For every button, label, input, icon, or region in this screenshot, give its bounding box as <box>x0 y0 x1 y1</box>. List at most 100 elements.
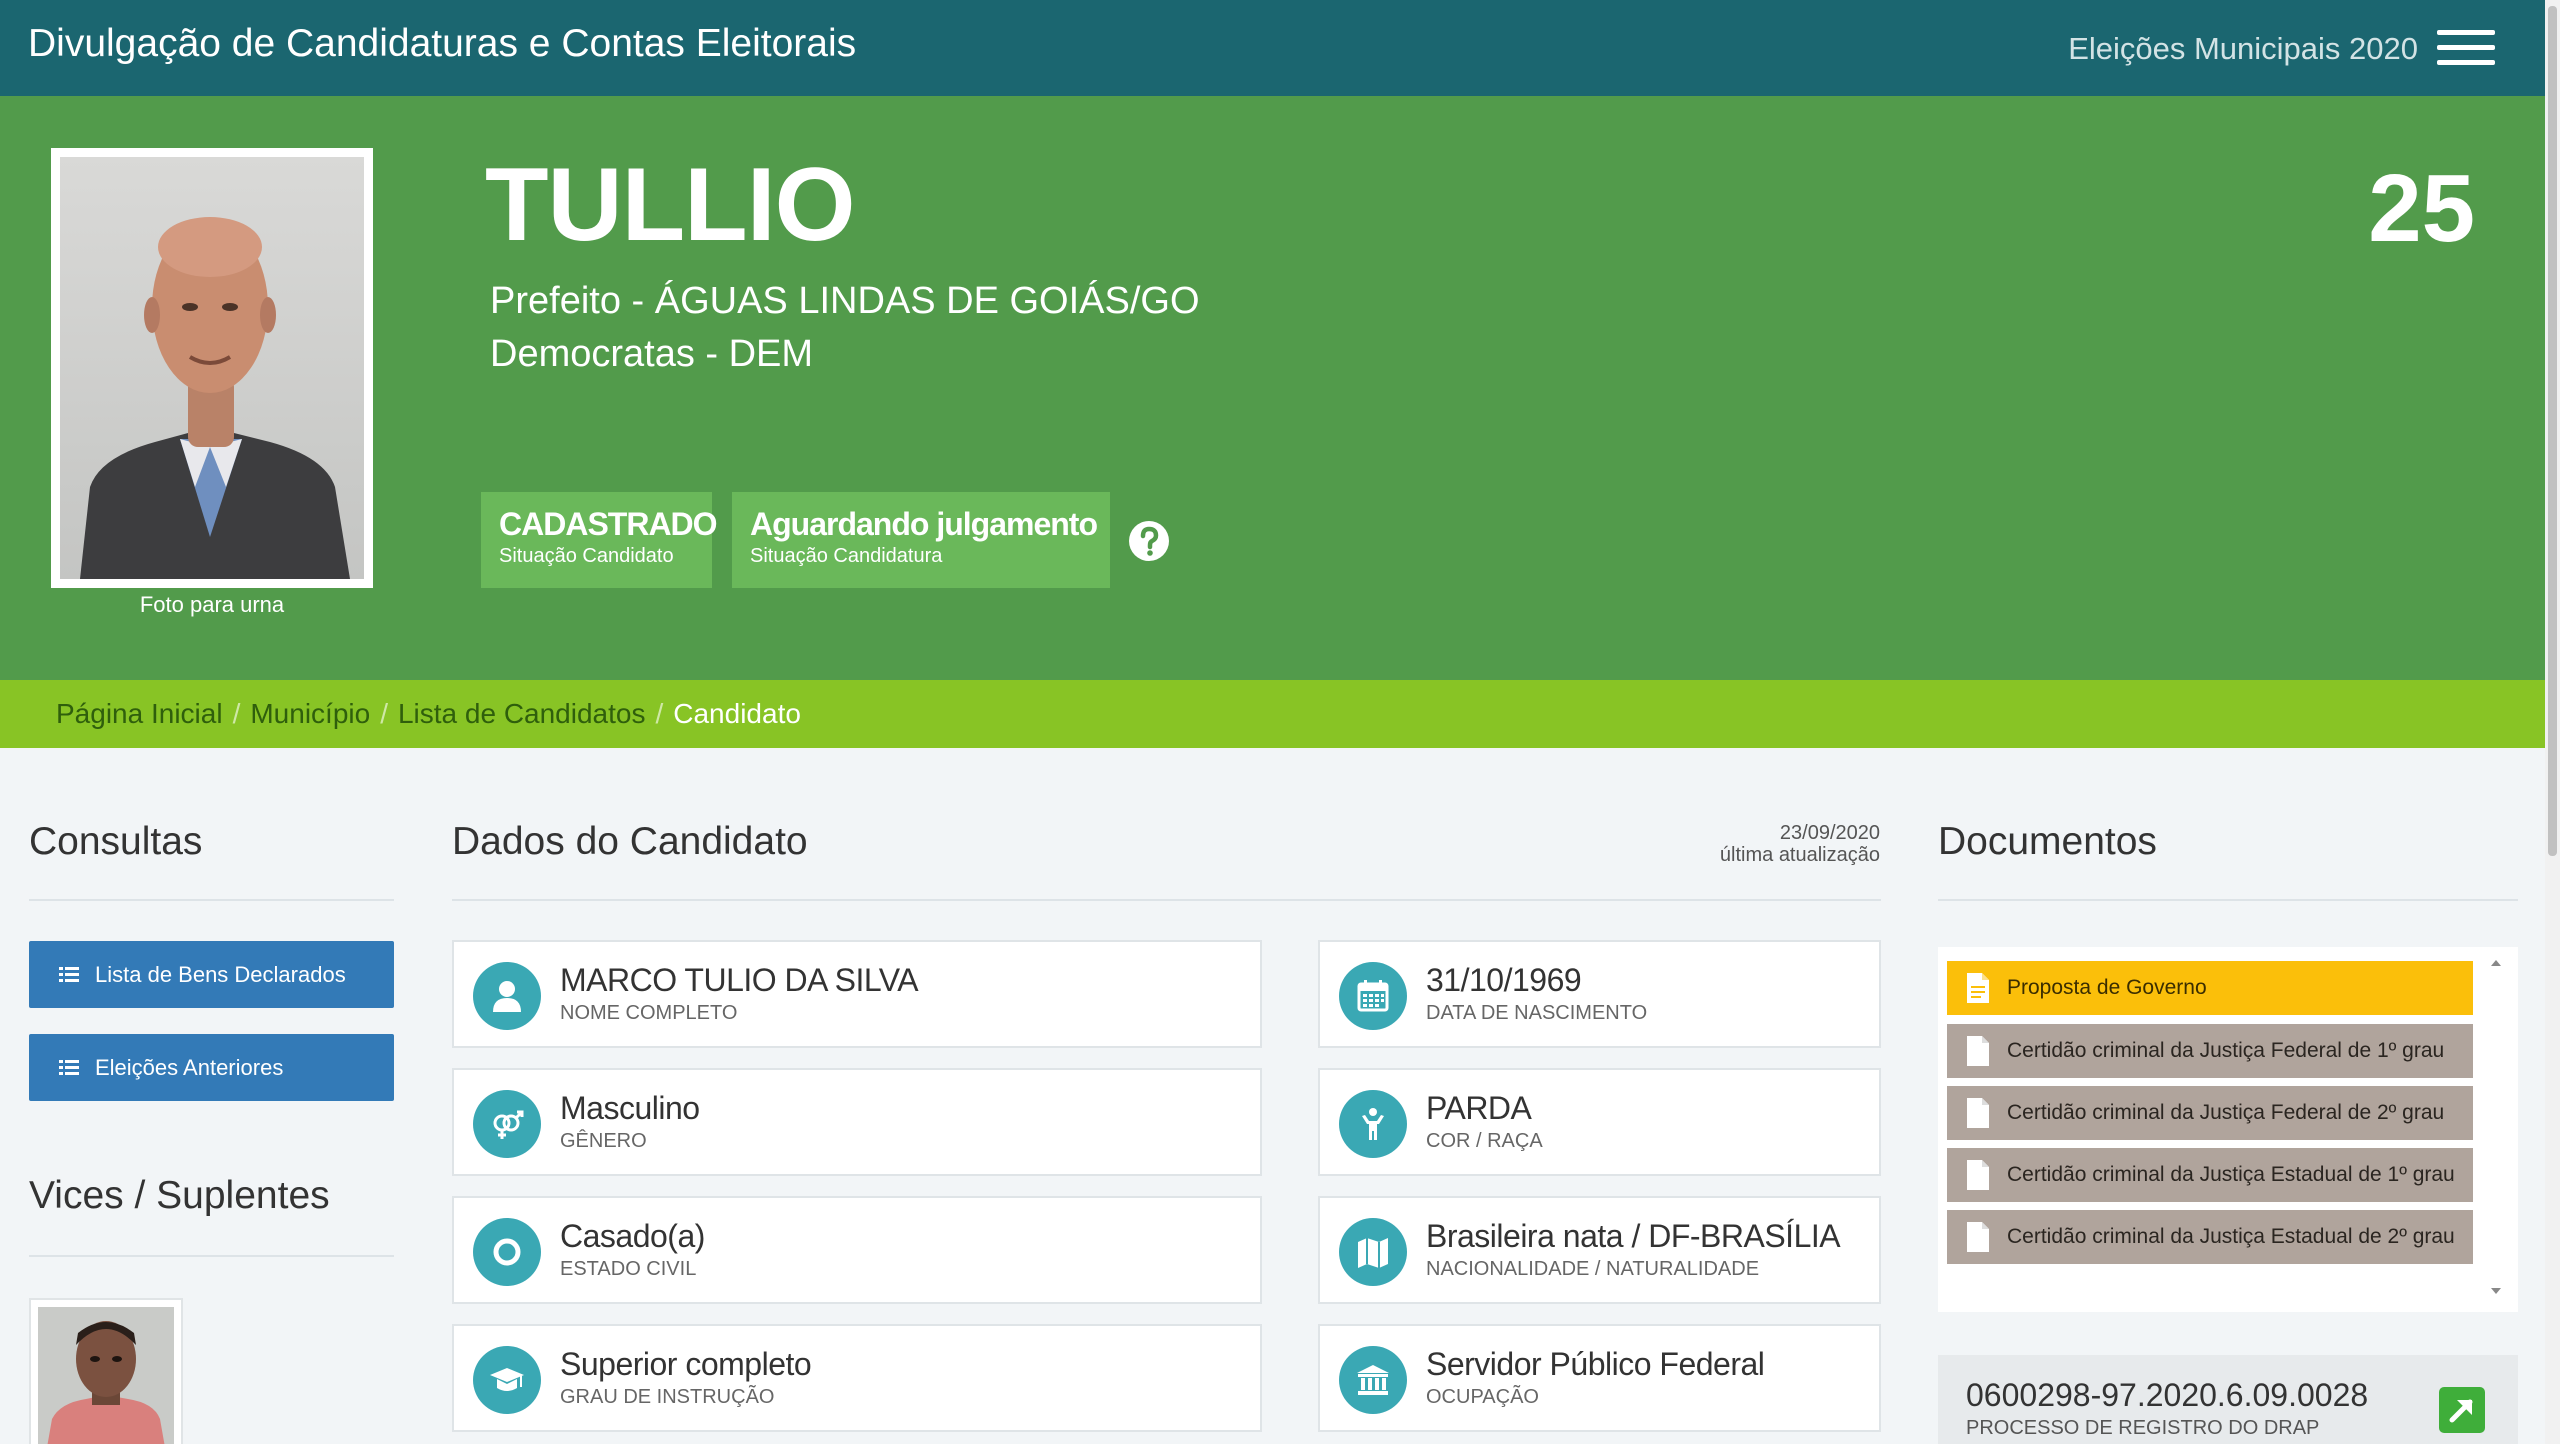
gender-icon <box>473 1090 541 1158</box>
document-icon <box>1967 1160 1989 1190</box>
breadcrumb-candidate-list[interactable]: Lista de Candidatos <box>398 698 646 729</box>
document-icon <box>1967 973 1989 1003</box>
drap-process-box: 0600298-97.2020.6.09.0028 PROCESSO DE RE… <box>1938 1355 2518 1444</box>
process-number: 0600298-97.2020.6.09.0028 <box>1966 1377 2369 1413</box>
field-value: Masculino <box>560 1090 700 1126</box>
candidate-data-title: Dados do Candidato <box>452 820 808 863</box>
graduation-cap-icon <box>473 1346 541 1414</box>
divider <box>452 899 1881 901</box>
documents-list: Proposta de Governo Certidão criminal da… <box>1938 947 2518 1312</box>
breadcrumb: Página Inicial / Município / Lista de Candid… <box>0 680 2545 748</box>
list-icon <box>59 1059 79 1075</box>
field-label: Nacionalidade / Naturalidade <box>1426 1258 1760 1280</box>
field-label: Cor / Raça <box>1426 1130 1543 1152</box>
breadcrumb-current: Candidato <box>673 698 801 729</box>
divider <box>29 1255 394 1257</box>
breadcrumb-municipio[interactable]: Município <box>250 698 370 729</box>
candidacy-status-value: Aguardando julgamento <box>750 506 1098 542</box>
document-item[interactable]: Certidão criminal da Justiça Estadual de… <box>1947 1148 2473 1202</box>
assets-list-button[interactable]: Lista de Bens Declarados <box>29 941 394 1008</box>
document-item[interactable]: Certidão criminal da Justiça Estadual de… <box>1947 1210 2473 1264</box>
previous-elections-button[interactable]: Eleições Anteriores <box>29 1034 394 1101</box>
scrollbar-thumb[interactable] <box>2548 6 2557 856</box>
documents-title: Documentos <box>1938 820 2157 863</box>
vice-candidate-photo[interactable] <box>29 1298 183 1444</box>
field-value: 31/10/1969 <box>1426 962 1582 998</box>
user-icon <box>473 962 541 1030</box>
app-title[interactable]: Divulgação de Candidaturas e Contas Elei… <box>28 22 856 66</box>
document-label: Certidão criminal da Justiça Estadual de… <box>2007 1225 2455 1248</box>
document-icon <box>1967 1222 1989 1252</box>
candidate-status-badge: CADASTRADO Situação Candidato <box>481 492 718 588</box>
field-full-name: MARCO TULIO DA SILVA Nome completo <box>452 940 1262 1048</box>
field-occupation: Servidor Público Federal Ocupação <box>1318 1324 1881 1432</box>
field-nationality: Brasileira nata / DF-BRASÍLIA Nacionalid… <box>1318 1196 1881 1304</box>
field-label: Data de nascimento <box>1426 1002 1648 1024</box>
field-value: Casado(a) <box>560 1218 705 1254</box>
last-update: 23/09/2020 última atualização <box>1600 822 1880 866</box>
last-update-label: última atualização <box>1719 844 1880 866</box>
document-label: Certidão criminal da Justiça Estadual de… <box>2007 1163 2455 1186</box>
field-race: PARDA Cor / Raça <box>1318 1068 1881 1176</box>
document-icon <box>1967 1098 1989 1128</box>
breadcrumb-separator: / <box>655 698 664 729</box>
candidate-hero: Foto para urna TULLIO Prefeito - ÁGUAS L… <box>0 96 2545 680</box>
list-icon <box>59 966 79 982</box>
field-birth-date: 31/10/1969 Data de nascimento <box>1318 940 1881 1048</box>
photo-caption: Foto para urna <box>139 592 285 617</box>
institution-icon <box>1339 1346 1407 1414</box>
document-label: Certidão criminal da Justiça Federal de … <box>2007 1101 2445 1124</box>
field-value: Servidor Público Federal <box>1426 1346 1765 1382</box>
election-label: Eleições Municipais 2020 <box>2068 31 2418 66</box>
consultas-title: Consultas <box>29 820 203 863</box>
field-value: Superior completo <box>560 1346 812 1382</box>
help-icon[interactable] <box>1128 520 1170 562</box>
field-marital-status: Casado(a) Estado civil <box>452 1196 1262 1304</box>
document-label: Certidão criminal da Justiça Federal de … <box>2007 1039 2445 1062</box>
vices-title: Vices / Suplentes <box>29 1174 330 1217</box>
candidate-number: 25 <box>2368 155 2475 262</box>
ring-icon <box>473 1218 541 1286</box>
candidate-status-value: CADASTRADO <box>499 506 718 542</box>
previous-elections-label: Eleições Anteriores <box>95 1054 284 1080</box>
candidacy-status-label: Situação Candidatura <box>750 545 943 567</box>
field-education: Superior completo Grau de instrução <box>452 1324 1262 1432</box>
field-label: Ocupação <box>1426 1386 1539 1408</box>
field-value: MARCO TULIO DA SILVA <box>560 962 919 998</box>
document-item[interactable]: Certidão criminal da Justiça Federal de … <box>1947 1086 2473 1140</box>
breadcrumb-separator: / <box>380 698 388 729</box>
field-value: PARDA <box>1426 1090 1532 1126</box>
person-icon <box>1339 1090 1407 1158</box>
candidate-photo <box>51 148 373 588</box>
calendar-icon <box>1339 962 1407 1030</box>
document-item[interactable]: Certidão criminal da Justiça Federal de … <box>1947 1024 2473 1078</box>
process-label: PROCESSO DE REGISTRO DO DRAP <box>1966 1417 2320 1439</box>
field-value: Brasileira nata / DF-BRASÍLIA <box>1426 1218 1841 1254</box>
divider <box>29 899 394 901</box>
scroll-up-arrow-icon[interactable] <box>2486 953 2506 973</box>
page-scrollbar[interactable] <box>2545 0 2560 1444</box>
breadcrumb-home[interactable]: Página Inicial <box>56 698 223 729</box>
assets-list-label: Lista de Bens Declarados <box>95 961 346 987</box>
candidate-party: Democratas - DEM <box>490 333 814 375</box>
document-label: Proposta de Governo <box>2007 976 2207 999</box>
hamburger-menu-icon[interactable] <box>2437 30 2495 66</box>
breadcrumb-separator: / <box>232 698 241 729</box>
candidate-role: Prefeito - ÁGUAS LINDAS DE GOIÁS/GO <box>490 280 1200 322</box>
divider <box>1938 899 2518 901</box>
scroll-down-arrow-icon[interactable] <box>2486 1281 2506 1301</box>
candidate-status-label: Situação Candidato <box>499 545 674 567</box>
map-icon <box>1339 1218 1407 1286</box>
field-gender: Masculino Gênero <box>452 1068 1262 1176</box>
candidate-name: TULLIO <box>485 147 855 263</box>
external-link-icon[interactable] <box>2439 1387 2485 1433</box>
field-label: Nome completo <box>560 1002 738 1024</box>
last-update-date: 23/09/2020 <box>1779 822 1880 844</box>
document-icon <box>1967 1036 1989 1066</box>
document-item[interactable]: Proposta de Governo <box>1947 961 2473 1015</box>
field-label: Gênero <box>560 1130 647 1152</box>
top-bar: Divulgação de Candidaturas e Contas Elei… <box>0 0 2545 96</box>
field-label: Estado civil <box>560 1258 697 1280</box>
field-label: Grau de instrução <box>560 1386 775 1408</box>
candidacy-status-badge: Aguardando julgamento Situação Candidatu… <box>732 492 1110 588</box>
